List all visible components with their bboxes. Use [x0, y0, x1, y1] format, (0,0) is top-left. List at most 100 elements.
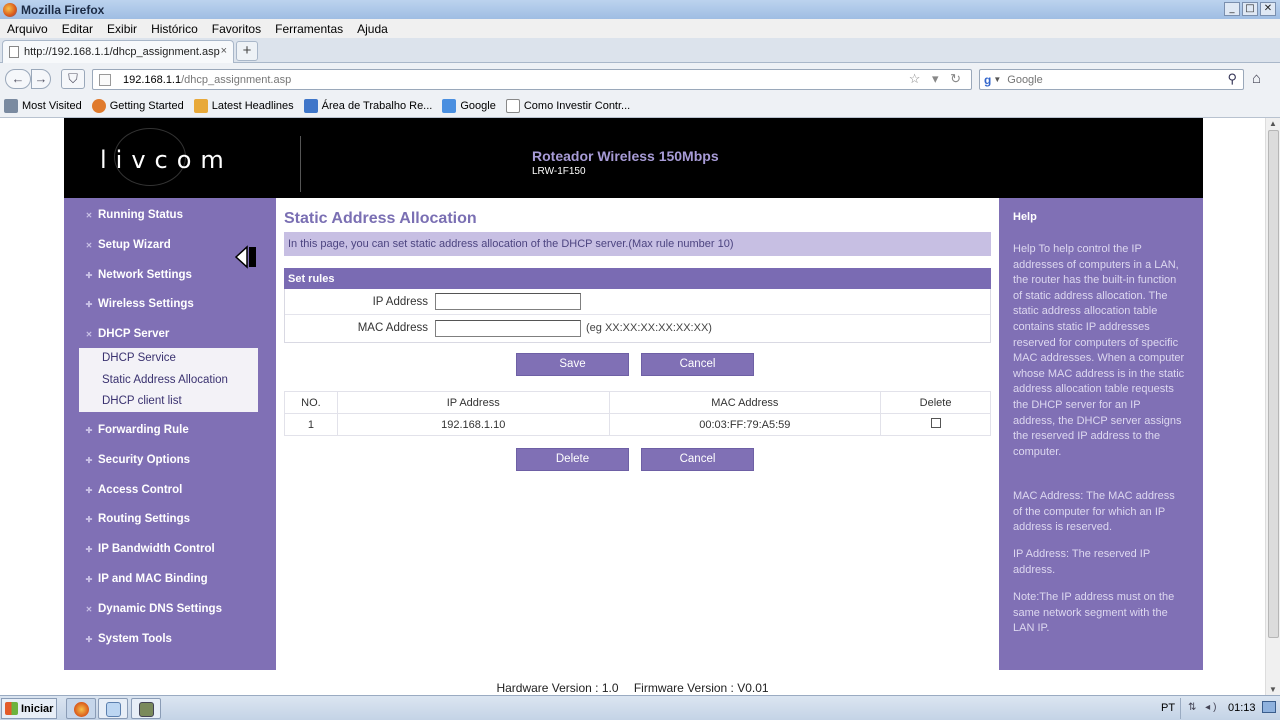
search-input[interactable] [1007, 73, 1208, 86]
save-button[interactable]: Save [516, 353, 629, 376]
ip-address-input[interactable] [435, 293, 581, 310]
menu-historico[interactable]: Histórico [151, 22, 198, 36]
mac-row: MAC Address (eg XX:XX:XX:XX:XX:XX) [285, 315, 990, 341]
ip-row: IP Address [285, 289, 990, 315]
sidebar-item-wireless-settings[interactable]: ✚ Wireless Settings [84, 298, 194, 310]
table-header-row: NO. IP Address MAC Address Delete [284, 391, 991, 414]
menu-exibir[interactable]: Exibir [107, 22, 137, 36]
identity-icon[interactable]: ⛉ [61, 69, 85, 89]
cell-delete [880, 413, 991, 436]
vertical-scrollbar[interactable]: ▲ ▼ [1265, 118, 1280, 695]
column-header-ip: IP Address [336, 391, 610, 414]
google-icon [442, 99, 457, 113]
delete-checkbox[interactable] [930, 418, 941, 428]
mac-address-input[interactable] [435, 319, 581, 337]
delete-button[interactable]: Delete [516, 448, 629, 471]
show-desktop-icon[interactable] [1262, 701, 1276, 713]
site-favicon [99, 73, 111, 86]
collapse-icon: ✕ [85, 604, 93, 614]
taskbar-app[interactable] [131, 698, 161, 719]
router-banner: livcom Roteador Wireless 150Mbps LRW-1F1… [64, 118, 1203, 198]
tab-label: http://192.168.1.1/dhcp_assignment.asp [24, 46, 220, 58]
taskbar-explorer[interactable] [98, 698, 128, 719]
bookmark-google[interactable]: Google [442, 99, 496, 113]
close-button[interactable]: ✕ [1260, 2, 1276, 16]
main-content: Static Address Allocation In this page, … [276, 198, 999, 670]
sidebar-item-access-control[interactable]: ✚ Access Control [84, 484, 183, 496]
bookmarks-bar: Most Visited Getting Started Latest Head… [0, 95, 1280, 118]
home-icon[interactable]: ⌂ [1252, 70, 1261, 87]
collapse-icon: ✕ [85, 210, 93, 220]
sidebar-item-running-status[interactable]: ✕ Running Status [84, 209, 183, 221]
app-icon [139, 702, 154, 717]
search-icon[interactable]: ⚲ [1227, 71, 1237, 87]
menu-ferramentas[interactable]: Ferramentas [275, 22, 343, 36]
bookmark-folder-icon [4, 99, 18, 113]
collapse-icon: ✕ [85, 329, 93, 339]
clock[interactable]: 01:13 [1228, 702, 1256, 714]
scroll-up-icon[interactable]: ▲ [1269, 119, 1277, 128]
bookmark-most-visited[interactable]: Most Visited [4, 99, 82, 113]
expand-icon: ✚ [85, 425, 93, 435]
submenu-dhcp-service[interactable]: DHCP Service [102, 352, 176, 364]
submenu-static-address-allocation[interactable]: Static Address Allocation [102, 374, 228, 386]
menu-favoritos[interactable]: Favoritos [212, 22, 261, 36]
network-volume-icon[interactable]: ⇅ ◂) [1188, 702, 1220, 713]
cancel-button-2[interactable]: Cancel [641, 448, 754, 471]
column-header-mac: MAC Address [608, 391, 882, 414]
back-button[interactable]: ← [5, 69, 31, 89]
url-path: /dhcp_assignment.asp [181, 73, 292, 86]
window-title: Mozilla Firefox [21, 2, 105, 17]
chevron-down-icon[interactable]: ▼ [993, 75, 1001, 84]
menu-arquivo[interactable]: Arquivo [7, 22, 48, 36]
window-controls: _ □ ✕ [1224, 2, 1276, 16]
tab-close-icon[interactable]: × [221, 45, 227, 57]
banner-divider [300, 136, 301, 192]
flag-icon [303, 99, 318, 113]
new-tab-button[interactable]: + [236, 41, 258, 61]
url-host: 192.168.1.1 [123, 73, 182, 86]
sidebar-item-dhcp-server[interactable]: ✕ DHCP Server [84, 328, 170, 340]
sidebar-item-setup-wizard[interactable]: ✕ Setup Wizard [84, 239, 171, 251]
sidebar-item-system-tools[interactable]: ✚ System Tools [84, 633, 172, 645]
google-engine-icon[interactable]: g [984, 73, 991, 87]
menu-ajuda[interactable]: Ajuda [357, 22, 388, 36]
collapse-sidebar-icon[interactable] [234, 244, 262, 270]
start-button[interactable]: Iniciar [1, 698, 57, 719]
product-name: Roteador Wireless 150Mbps [532, 148, 719, 164]
scroll-down-icon[interactable]: ▼ [1269, 685, 1277, 694]
minimize-button[interactable]: _ [1224, 2, 1240, 16]
sidebar-item-routing-settings[interactable]: ✚ Routing Settings [84, 513, 190, 525]
browser-tab[interactable]: http://192.168.1.1/dhcp_assignment.asp × [2, 40, 234, 63]
sidebar-item-network-settings[interactable]: ✚ Network Settings [84, 269, 192, 281]
bookmark-getting-started[interactable]: Getting Started [91, 99, 184, 113]
maximize-button[interactable]: □ [1242, 2, 1258, 16]
hardware-version: Hardware Version : 1.0 [496, 681, 619, 695]
cancel-button[interactable]: Cancel [641, 353, 754, 376]
search-bar[interactable]: g ▼ ⚲ [979, 69, 1244, 90]
sidebar-item-dynamic-dns[interactable]: ✕ Dynamic DNS Settings [84, 603, 222, 615]
expand-icon: ✚ [85, 544, 93, 554]
bookmark-star-icon[interactable]: ☆ ▾ ↻ [909, 71, 965, 87]
bookmark-como-investir[interactable]: Como Investir Contr... [505, 99, 630, 113]
sidebar-item-forwarding-rule[interactable]: ✚ Forwarding Rule [84, 424, 189, 436]
scroll-thumb[interactable] [1268, 130, 1279, 638]
taskbar-firefox[interactable] [66, 698, 96, 719]
firefox-icon [74, 702, 89, 717]
menu-editar[interactable]: Editar [62, 22, 93, 36]
bookmark-area-trabalho[interactable]: Área de Trabalho Re... [303, 99, 432, 113]
sidebar-nav: ✕ Running Status ✕ Setup Wizard ✚ Network S… [64, 198, 276, 670]
sidebar-item-security-options[interactable]: ✚ Security Options [84, 454, 190, 466]
bookmark-latest-headlines[interactable]: Latest Headlines [193, 99, 294, 113]
submenu-dhcp-client-list[interactable]: DHCP client list [102, 395, 182, 407]
cell-ip: 192.168.1.10 [336, 413, 610, 436]
language-indicator[interactable]: PT [1161, 702, 1175, 714]
forward-button[interactable]: → [31, 69, 51, 89]
page-viewport: livcom Roteador Wireless 150Mbps LRW-1F1… [0, 118, 1265, 695]
sidebar-item-ip-mac-binding[interactable]: ✚ IP and MAC Binding [84, 573, 208, 585]
url-bar[interactable]: 192.168.1.1 /dhcp_assignment.asp ☆ ▾ ↻ [92, 69, 972, 90]
expand-icon: ✚ [85, 270, 93, 280]
sidebar-item-ip-bandwidth-control[interactable]: ✚ IP Bandwidth Control [84, 543, 215, 555]
column-header-delete: Delete [880, 391, 991, 414]
rules-form: IP Address MAC Address (eg XX:XX:XX:XX:X… [284, 289, 991, 343]
